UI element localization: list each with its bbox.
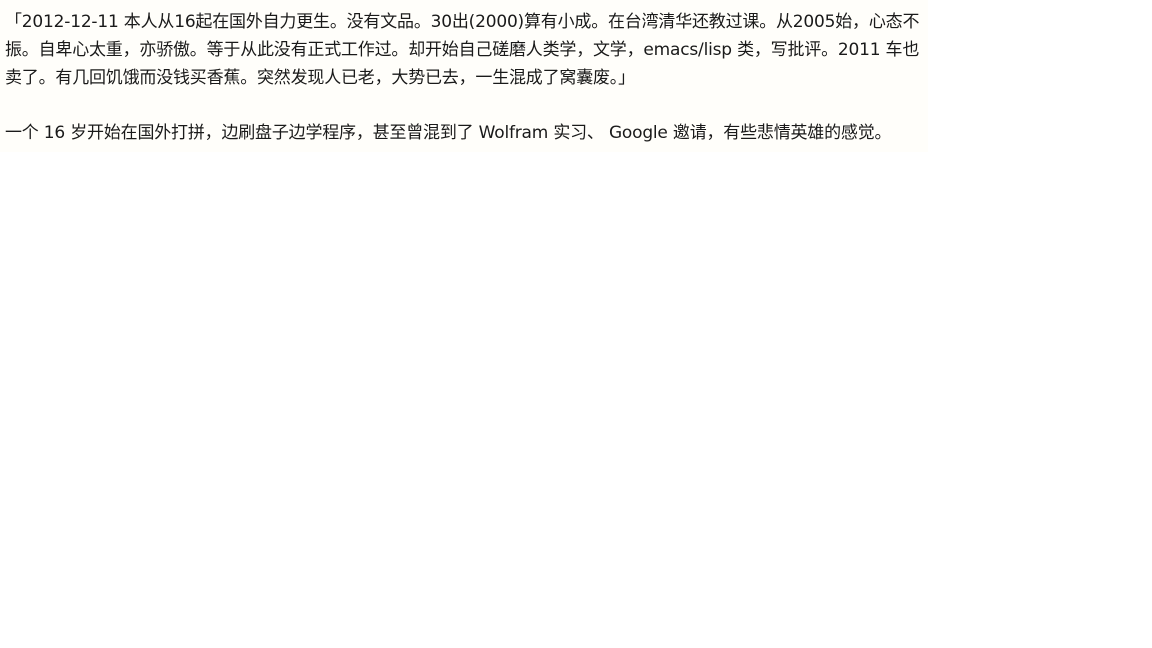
quote-paragraph: 「2012-12-11 本人从16起在国外自力更生。没有文品。30出(2000)… [5,12,920,88]
document-content: 「2012-12-11 本人从16起在国外自力更生。没有文品。30出(2000)… [0,0,928,152]
comment-paragraph: 一个 16 岁开始在国外打拼，边刷盘子边学程序，甚至曾混到了 Wolfram 实… [5,123,892,143]
